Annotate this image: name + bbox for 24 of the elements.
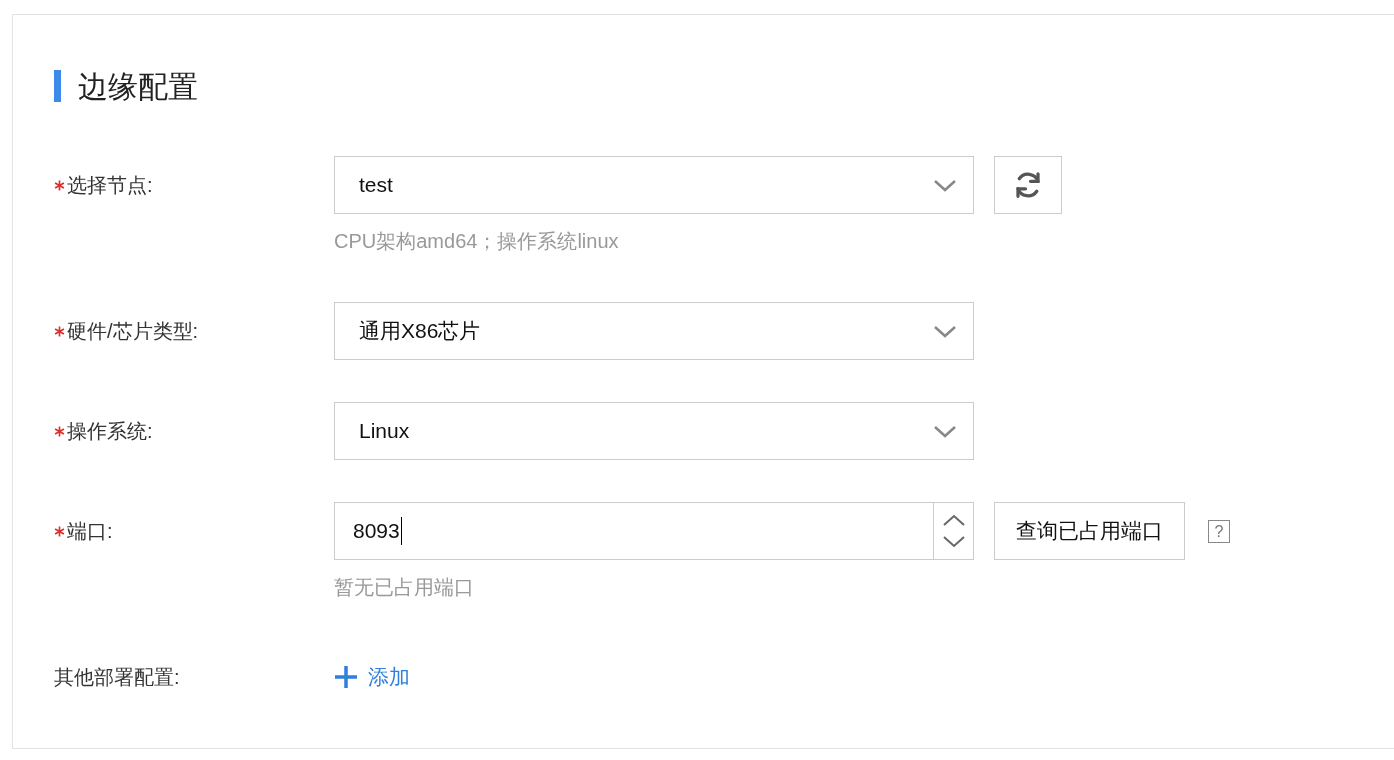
hint-text: CPU架构amd64；操作系统linux: [334, 230, 619, 252]
accent-bar: [54, 70, 61, 102]
chevron-down-icon: [933, 425, 957, 439]
field-label: 端口:: [67, 519, 113, 544]
add-link[interactable]: 添加: [334, 661, 410, 693]
field-label: 操作系统:: [67, 419, 153, 444]
select-field[interactable]: 通用X86芯片: [334, 302, 974, 360]
hint-text: 暂无已占用端口: [334, 576, 474, 598]
select-field[interactable]: Linux: [334, 402, 974, 460]
chevron-up-icon[interactable]: [941, 514, 966, 527]
select-field[interactable]: test: [334, 156, 974, 214]
help-icon[interactable]: ?: [1208, 519, 1230, 543]
field-label: 硬件/芯片类型:: [67, 319, 199, 344]
field-label: 选择节点:: [67, 173, 153, 198]
chevron-down-icon: [933, 179, 957, 193]
query-button[interactable]: 查询已占用端口: [994, 502, 1185, 560]
plus-icon: [334, 665, 358, 689]
field-label: 其他部署配置:: [54, 665, 180, 690]
section-title: 边缘配置: [78, 68, 198, 105]
refresh-button[interactable]: [994, 156, 1062, 214]
number-field[interactable]: 8093: [334, 502, 974, 560]
chevron-down-icon: [933, 325, 957, 339]
chevron-down-icon[interactable]: [941, 535, 966, 548]
refresh-icon: [1013, 170, 1043, 200]
